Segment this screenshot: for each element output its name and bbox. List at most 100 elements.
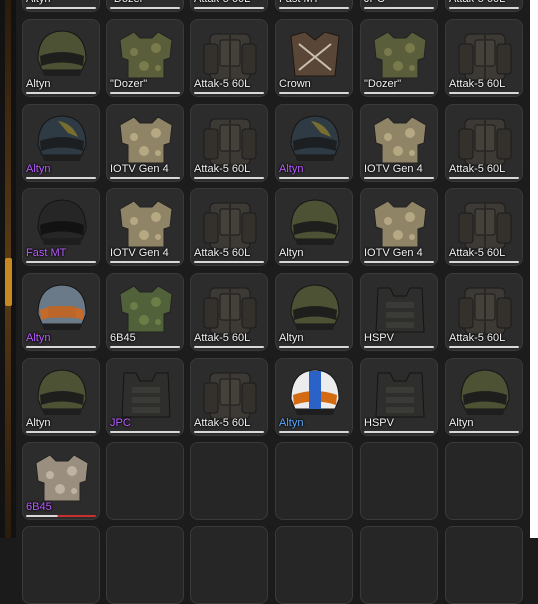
inventory-item-slot[interactable]: Attak-5 60L	[445, 273, 523, 351]
durability-bar	[449, 346, 519, 348]
altyn-helmet-icon	[451, 365, 519, 421]
inventory-item-slot[interactable]: Attak-5 60L	[190, 358, 268, 436]
inventory-item-slot[interactable]: Altyn	[445, 358, 523, 436]
backpack-icon	[196, 280, 264, 336]
inventory-item-slot[interactable]: 6B45	[106, 273, 184, 351]
6b45-vest-icon	[112, 280, 180, 336]
durability-bar	[364, 177, 434, 179]
inventory-item-slot[interactable]: IOTV Gen 4	[106, 188, 184, 266]
empty-slot[interactable]	[360, 442, 438, 520]
item-name: Attak-5 60L	[194, 163, 251, 175]
inventory-item-slot[interactable]: Fast MT	[22, 188, 100, 266]
durability-bar	[110, 7, 180, 9]
backpack-icon	[451, 195, 519, 251]
durability-bar	[279, 7, 349, 9]
durability-bar	[364, 7, 434, 9]
inventory-item-slot[interactable]: Attak-5 60L	[190, 0, 268, 12]
inventory-item-slot[interactable]: Altyn	[22, 19, 100, 97]
durability-bar	[26, 346, 96, 348]
durability-bar	[364, 261, 434, 263]
item-name: Altyn	[26, 78, 51, 90]
durability-bar	[449, 7, 519, 9]
item-name: Altyn	[279, 163, 304, 175]
backpack-icon	[451, 111, 519, 167]
iotv-vest-icon	[366, 195, 434, 251]
durability-bar	[26, 261, 96, 263]
inventory-item-slot[interactable]: Attak-5 60L	[190, 19, 268, 97]
durability-bar	[110, 346, 180, 348]
item-name: IOTV Gen 4	[364, 247, 423, 259]
durability-bar	[110, 177, 180, 179]
durability-bar	[279, 177, 349, 179]
inventory-item-slot[interactable]: Crown	[275, 19, 353, 97]
item-name: "Dozer"	[110, 0, 147, 5]
inventory-item-slot[interactable]: Attak-5 60L	[445, 19, 523, 97]
item-name: Attak-5 60L	[194, 247, 251, 259]
inventory-item-slot[interactable]: HSPV	[360, 358, 438, 436]
plate-carrier-icon	[112, 365, 180, 421]
durability-bar	[364, 92, 434, 94]
empty-slot[interactable]	[275, 442, 353, 520]
6b45-tan-vest-icon	[28, 449, 96, 505]
item-name: Attak-5 60L	[194, 0, 250, 5]
durability-bar	[194, 431, 264, 433]
inventory-item-slot[interactable]: "Dozer"	[360, 19, 438, 97]
inventory-item-slot[interactable]: "Dozer"	[106, 19, 184, 97]
durability-bar	[279, 431, 349, 433]
plate-carrier-icon	[366, 365, 434, 421]
empty-slot[interactable]	[190, 442, 268, 520]
inventory-item-slot[interactable]: Attak-5 60L	[445, 104, 523, 182]
inventory-item-slot[interactable]: JPC	[106, 358, 184, 436]
item-name: JPC	[364, 0, 385, 5]
item-name: "Dozer"	[110, 78, 148, 90]
inventory-item-slot[interactable]: Attak-5 60L	[190, 188, 268, 266]
crown-vest-icon	[281, 26, 349, 82]
inventory-item-slot[interactable]: Fast MT	[275, 0, 353, 12]
sidebar	[0, 0, 16, 538]
item-name: Attak-5 60L	[449, 78, 506, 90]
inventory-item-slot[interactable]: Altyn	[275, 188, 353, 266]
altyn-helmet-icon	[281, 280, 349, 336]
item-name: Altyn	[26, 417, 51, 429]
item-name: Attak-5 60L	[449, 332, 506, 344]
item-name: 6B45	[110, 332, 136, 344]
durability-bar	[26, 431, 96, 433]
inventory-item-slot[interactable]: Altyn	[275, 104, 353, 182]
backpack-icon	[451, 280, 519, 336]
durability-bar	[279, 346, 349, 348]
durability-bar	[279, 92, 349, 94]
item-name: Attak-5 60L	[194, 417, 251, 429]
inventory-item-slot[interactable]: HSPV	[360, 273, 438, 351]
inventory-item-slot[interactable]: IOTV Gen 4	[360, 104, 438, 182]
inventory-item-slot[interactable]: Attak-5 60L	[190, 273, 268, 351]
item-name: Fast MT	[26, 247, 67, 259]
iotv-vest-icon	[112, 195, 180, 251]
inventory-item-slot[interactable]: Altyn	[22, 273, 100, 351]
durability-bar	[26, 177, 96, 179]
inventory-item-slot[interactable]: Altyn	[275, 273, 353, 351]
durability-bar	[449, 177, 519, 179]
scrollbar-thumb[interactable]	[5, 258, 12, 306]
durability-bar	[449, 92, 519, 94]
durability-bar	[110, 431, 180, 433]
backpack-icon	[196, 26, 264, 82]
backpack-icon	[196, 111, 264, 167]
inventory-item-slot[interactable]: Altyn	[22, 0, 100, 12]
inventory-item-slot[interactable]: Altyn	[22, 104, 100, 182]
inventory-item-slot[interactable]: 6B45	[22, 442, 100, 520]
inventory-item-slot[interactable]: IOTV Gen 4	[360, 188, 438, 266]
inventory-item-slot[interactable]: Altyn	[275, 358, 353, 436]
inventory-item-slot[interactable]: Altyn	[22, 358, 100, 436]
inventory-item-slot[interactable]: "Dozer"	[106, 0, 184, 12]
item-name: Crown	[279, 78, 311, 90]
inventory-item-slot[interactable]: Attak-5 60L	[445, 188, 523, 266]
inventory-item-slot[interactable]: Attak-5 60L	[445, 0, 523, 12]
item-name: "Dozer"	[364, 78, 402, 90]
empty-slot[interactable]	[445, 442, 523, 520]
empty-slot[interactable]	[106, 442, 184, 520]
inventory-item-slot[interactable]: JPC	[360, 0, 438, 12]
item-name: Attak-5 60L	[449, 0, 505, 5]
inventory-item-slot[interactable]: Attak-5 60L	[190, 104, 268, 182]
inventory-item-slot[interactable]: IOTV Gen 4	[106, 104, 184, 182]
dozer-vest-icon	[112, 26, 180, 82]
